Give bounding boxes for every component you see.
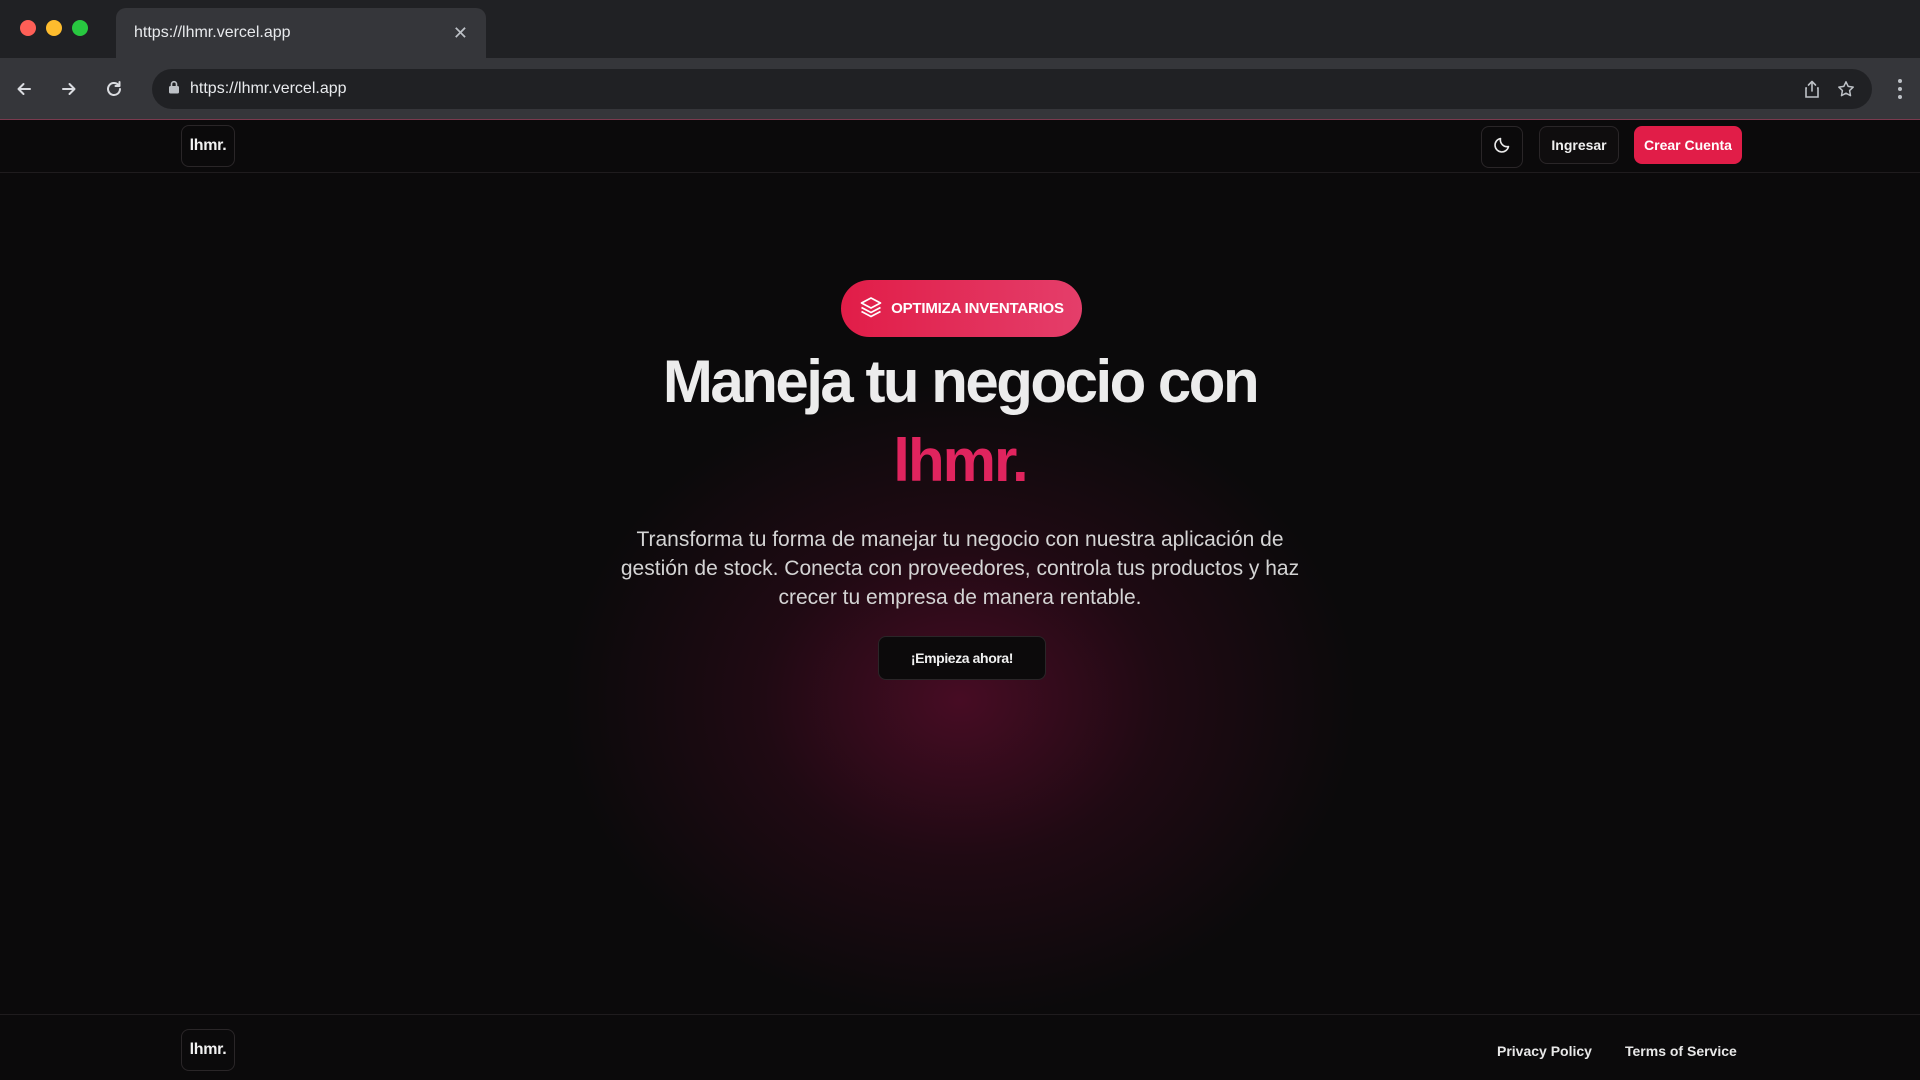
tab-title: https://lhmr.vercel.app [134,24,291,41]
share-icon[interactable] [1802,79,1822,99]
hero-badge: OPTIMIZA INVENTARIOS [841,280,1082,337]
close-window-button[interactable] [20,20,36,36]
site-footer: lhmr. Privacy Policy Terms of Service [0,1014,1920,1080]
address-bar[interactable]: https://lhmr.vercel.app [152,69,1872,109]
back-arrow-icon[interactable] [9,74,39,104]
header-logo[interactable]: lhmr. [181,125,235,167]
site-header: lhmr. Ingresar Crear Cuenta [0,120,1920,173]
browser-tab[interactable]: https://lhmr.vercel.app ✕ [116,8,486,58]
reload-icon[interactable] [99,74,129,104]
theme-toggle-button[interactable] [1481,126,1523,168]
terms-of-service-link[interactable]: Terms of Service [1625,1043,1737,1059]
create-account-button[interactable]: Crear Cuenta [1634,126,1742,164]
lock-icon [168,80,180,99]
browser-toolbar: https://lhmr.vercel.app [0,58,1920,120]
get-started-button[interactable]: ¡Empieza ahora! [878,636,1046,680]
moon-icon [1493,136,1511,159]
browser-chrome: https://lhmr.vercel.app ✕ https://lhmr.v… [0,0,1920,120]
login-button[interactable]: Ingresar [1539,126,1619,164]
hero-headline: Maneja tu negocio con [662,348,1260,415]
badge-label: OPTIMIZA INVENTARIOS [891,300,1064,317]
kebab-menu-icon[interactable] [1892,76,1908,102]
page: lhmr. Ingresar Crear Cuenta OPTIMIZA INV… [0,120,1920,1080]
url-text: https://lhmr.vercel.app [190,80,347,97]
close-icon[interactable]: ✕ [453,24,468,42]
minimize-window-button[interactable] [46,20,62,36]
hero-subtitle: Transforma tu forma de manejar tu negoci… [620,528,1300,609]
tab-strip: https://lhmr.vercel.app ✕ [0,0,1920,58]
footer-logo[interactable]: lhmr. [181,1029,235,1071]
star-icon[interactable] [1836,79,1856,99]
privacy-policy-link[interactable]: Privacy Policy [1497,1043,1592,1059]
maximize-window-button[interactable] [72,20,88,36]
layers-icon [859,295,891,323]
forward-arrow-icon[interactable] [54,74,84,104]
hero-brand-word: lhmr. [893,427,1028,494]
